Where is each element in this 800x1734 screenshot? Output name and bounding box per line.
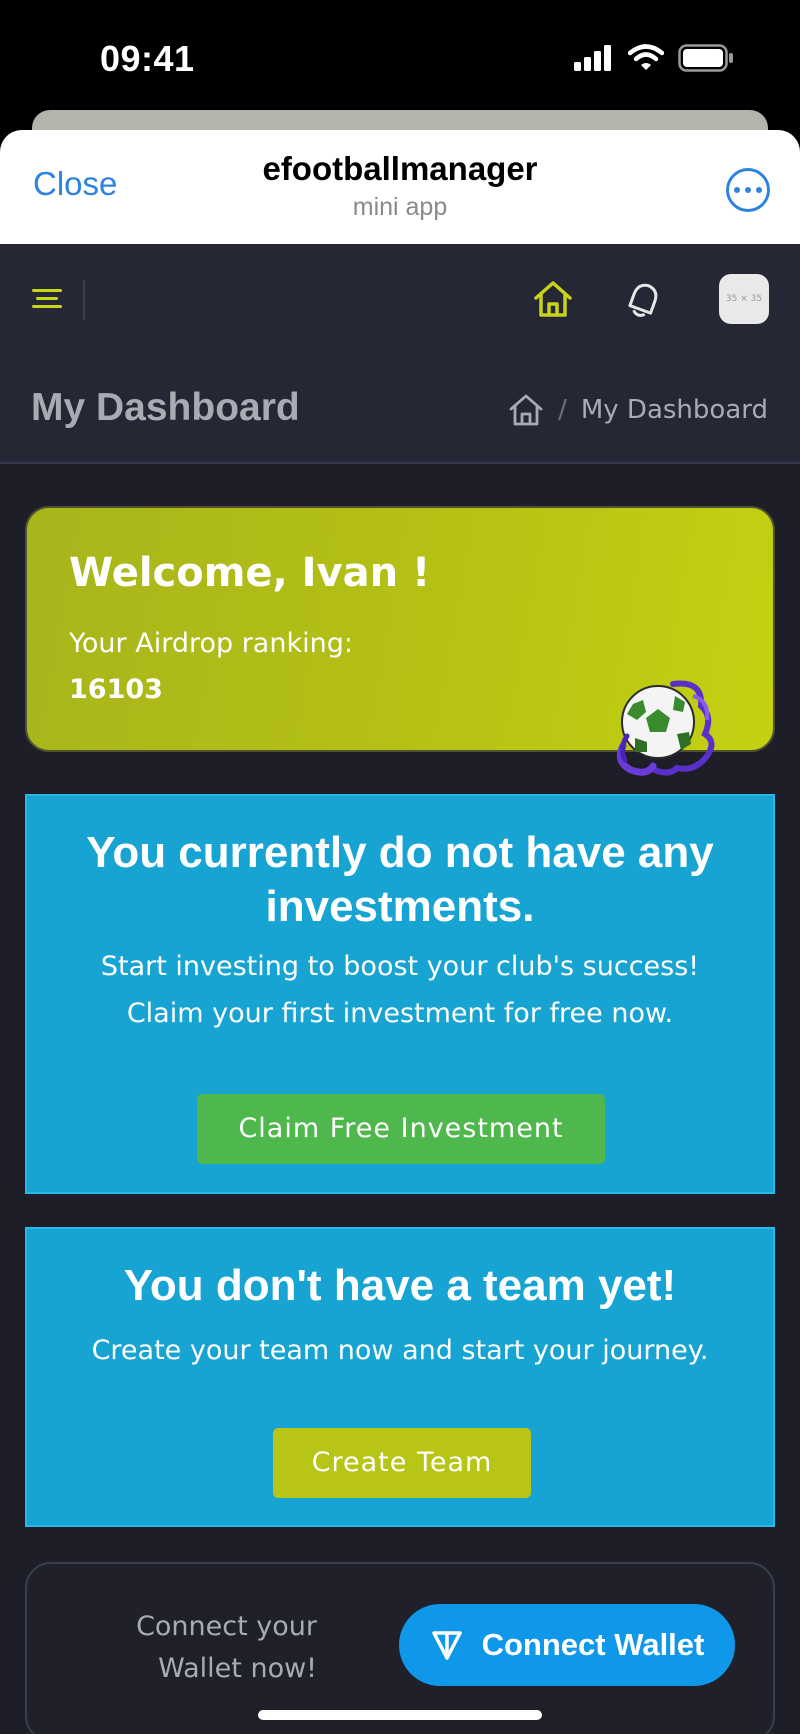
bell-icon[interactable] <box>623 278 665 320</box>
create-team-button[interactable]: Create Team <box>273 1428 531 1498</box>
page-title: My Dashboard <box>31 386 300 429</box>
airdrop-ranking-label: Your Airdrop ranking: <box>69 628 353 659</box>
team-card: You don't have a team yet! Create your t… <box>25 1227 775 1527</box>
menu-icon[interactable] <box>32 284 66 314</box>
app-content: 35 × 35 My Dashboard / My Dashboard Welc… <box>0 244 800 1734</box>
more-icon-dot <box>734 187 740 193</box>
wallet-prompt-line2: Wallet now! <box>158 1653 317 1684</box>
team-title: You don't have a team yet! <box>123 1261 677 1310</box>
breadcrumb-home-icon[interactable] <box>508 392 544 428</box>
welcome-card: Welcome, Ivan ! Your Airdrop ranking: 16… <box>25 506 775 776</box>
wallet-card: Connect your Wallet now! Connect Wallet <box>25 1562 775 1734</box>
connect-wallet-label: Connect Wallet <box>481 1627 705 1662</box>
team-description: Create your team now and start your jour… <box>91 1335 709 1366</box>
status-time: 09:41 <box>100 38 195 79</box>
battery-icon <box>678 44 733 72</box>
avatar[interactable]: 35 × 35 <box>719 274 769 324</box>
mini-app-header: Close efootballmanager mini app <box>0 130 800 244</box>
soccer-ball-icon <box>616 680 715 776</box>
nav-divider <box>83 280 85 320</box>
investments-title: You currently do not have any investment… <box>86 828 714 931</box>
cellular-signal-icon <box>574 45 611 71</box>
connect-wallet-button[interactable]: Connect Wallet <box>399 1604 735 1686</box>
investments-description: Start investing to boost your club's suc… <box>27 943 773 1037</box>
status-bar: 09:41 <box>0 0 800 120</box>
ton-logo-icon <box>431 1631 462 1660</box>
investments-text-line1: Start investing to boost your club's suc… <box>100 951 700 982</box>
investments-text-line2: Claim your first investment for free now… <box>126 998 674 1029</box>
breadcrumb-separator: / <box>558 395 567 425</box>
more-options-button[interactable] <box>726 168 770 212</box>
claim-free-investment-button[interactable]: Claim Free Investment <box>197 1094 605 1164</box>
wallet-prompt: Connect your Wallet now! <box>87 1606 317 1690</box>
breadcrumb-current: My Dashboard <box>580 395 768 425</box>
status-icons <box>574 44 734 72</box>
home-indicator[interactable] <box>258 1710 542 1720</box>
wifi-icon <box>628 44 664 70</box>
breadcrumb: / My Dashboard <box>508 392 768 428</box>
more-icon-dot <box>756 187 762 193</box>
page-header: My Dashboard / My Dashboard <box>0 354 800 464</box>
app-title: efootballmanager <box>262 150 538 187</box>
airdrop-ranking-value: 16103 <box>69 674 163 705</box>
more-icon-dot <box>745 187 751 193</box>
app-subtitle: mini app <box>352 193 448 221</box>
wallet-prompt-line1: Connect your <box>136 1611 317 1642</box>
investments-card: You currently do not have any investment… <box>25 794 775 1194</box>
welcome-title: Welcome, Ivan ! <box>69 550 431 596</box>
top-navbar: 35 × 35 <box>0 244 800 354</box>
home-icon[interactable] <box>532 278 574 320</box>
